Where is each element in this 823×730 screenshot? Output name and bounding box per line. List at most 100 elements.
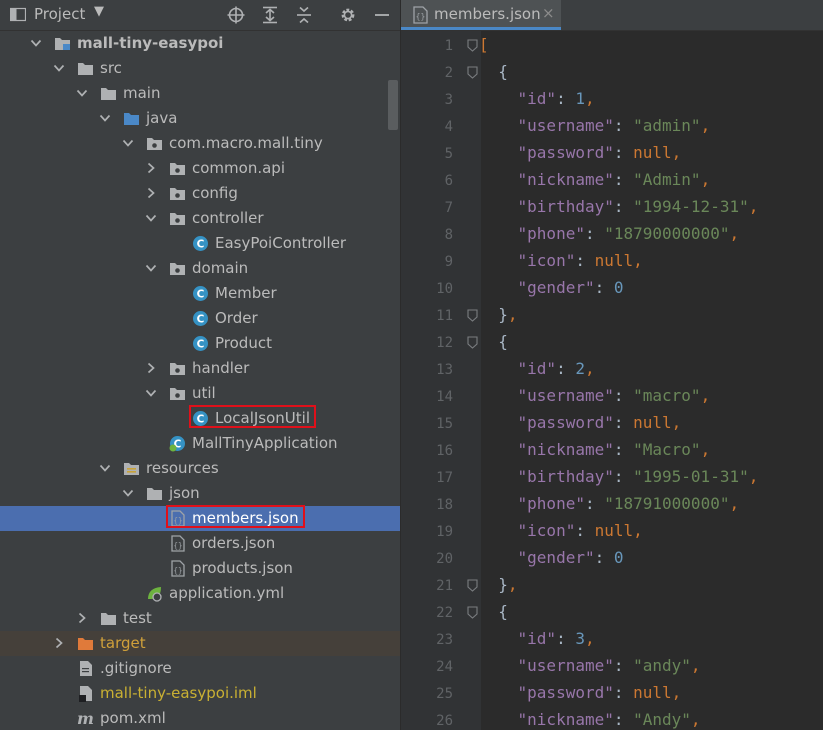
tree-item[interactable]: .gitignore [0, 656, 400, 681]
locate-target-icon[interactable] [226, 5, 246, 25]
tree-item[interactable]: java [0, 106, 400, 131]
tree-item[interactable]: config [0, 181, 400, 206]
code-line[interactable]: "username": "admin", [479, 116, 711, 135]
tree-item[interactable]: C EasyPoiController [0, 231, 400, 256]
line-number: 10 [436, 281, 453, 297]
view-selector-chevron-icon[interactable]: ▼ [94, 4, 104, 19]
expand-all-icon[interactable] [260, 5, 280, 25]
fold-marker-icon[interactable] [467, 309, 478, 322]
code-line[interactable]: { [479, 602, 508, 621]
code-line[interactable]: "nickname": "Admin", [479, 170, 711, 189]
code-line[interactable]: [ [479, 35, 489, 54]
collapse-all-icon[interactable] [294, 5, 314, 25]
tree-item[interactable]: {} products.json [0, 556, 400, 581]
tree-item[interactable]: common.api [0, 156, 400, 181]
code-token: } [479, 575, 508, 594]
fold-marker-icon[interactable] [467, 66, 478, 79]
code-line[interactable]: "nickname": "Macro", [479, 440, 711, 459]
tree-item[interactable]: mall-tiny-easypoi [0, 31, 400, 56]
chevron-down-icon[interactable] [145, 212, 157, 224]
chevron-right-icon[interactable] [145, 162, 157, 174]
chevron-down-icon[interactable] [99, 112, 111, 124]
code-line[interactable]: "username": "macro", [479, 386, 711, 405]
chevron-right-icon[interactable] [145, 362, 157, 374]
code-line[interactable]: "phone": "18791000000", [479, 494, 740, 513]
chevron-down-icon[interactable] [53, 62, 65, 74]
fold-marker-icon[interactable] [467, 39, 478, 52]
tree-item[interactable]: C LocalJsonUtil [0, 405, 400, 431]
code-line[interactable]: { [479, 62, 508, 81]
code-line[interactable]: "password": null, [479, 143, 682, 162]
code-line[interactable]: "nickname": "Andy", [479, 710, 701, 729]
chevron-down-icon[interactable] [145, 387, 157, 399]
tree-item[interactable]: test [0, 606, 400, 631]
code-line[interactable]: }, [479, 575, 517, 594]
code-token: : [556, 359, 576, 378]
tree-item[interactable]: util [0, 381, 400, 406]
tree-item[interactable]: domain [0, 256, 400, 281]
tab-members-json[interactable]: {} members.json × [401, 0, 561, 30]
gear-icon[interactable] [338, 5, 358, 25]
chevron-down-icon[interactable] [122, 137, 134, 149]
code-line[interactable]: "id": 2, [479, 359, 595, 378]
tree-item[interactable]: resources [0, 456, 400, 481]
folder-icon [78, 63, 93, 75]
code-line[interactable]: "icon": null, [479, 521, 643, 540]
code-line[interactable]: { [479, 332, 508, 351]
code-line[interactable]: "id": 1, [479, 89, 595, 108]
chevron-down-icon[interactable] [30, 37, 42, 49]
code-line[interactable]: }, [479, 305, 517, 324]
code-token: , [671, 683, 682, 702]
tree-item[interactable]: handler [0, 356, 400, 381]
code-token: "password" [517, 413, 614, 432]
svg-text:{}: {} [173, 541, 182, 550]
tree-item[interactable]: application.yml [0, 581, 400, 606]
code-line[interactable]: "password": null, [479, 683, 682, 702]
tree-item-label: Product [215, 334, 272, 352]
code-token: "username" [517, 656, 614, 675]
tree-item[interactable]: target [0, 631, 400, 656]
tree-item[interactable]: {} members.json [0, 505, 400, 531]
chevron-right-icon[interactable] [145, 187, 157, 199]
code-line[interactable]: "id": 3, [479, 629, 595, 648]
close-icon[interactable]: × [542, 4, 555, 22]
chevron-down-icon[interactable] [145, 262, 157, 274]
chevron-right-icon[interactable] [76, 612, 88, 624]
minimize-icon[interactable] [372, 5, 392, 25]
code-line[interactable]: "password": null, [479, 413, 682, 432]
chevron-down-icon[interactable] [122, 487, 134, 499]
tree-item[interactable]: src [0, 56, 400, 81]
chevron-down-icon[interactable] [99, 462, 111, 474]
fold-marker-icon[interactable] [467, 606, 478, 619]
chevron-down-icon[interactable] [76, 87, 88, 99]
code-line[interactable]: "phone": "18790000000", [479, 224, 740, 243]
tree-item[interactable]: com.macro.mall.tiny [0, 131, 400, 156]
tree-item[interactable]: controller [0, 206, 400, 231]
project-view-title[interactable]: Project [34, 5, 85, 23]
code-line[interactable]: "gender": 0 [479, 548, 624, 567]
tree-item[interactable]: mall-tiny-easypoi.iml [0, 681, 400, 706]
code-line[interactable]: "gender": 0 [479, 278, 624, 297]
line-number: 24 [436, 659, 453, 675]
tree-item[interactable]: C Member [0, 281, 400, 306]
code-token: , [690, 656, 701, 675]
package-icon [170, 388, 185, 400]
tree-item[interactable]: C Order [0, 306, 400, 331]
code-token: : [584, 224, 605, 243]
tree-item[interactable]: {} orders.json [0, 531, 400, 556]
tree-item[interactable]: C MallTinyApplication [0, 431, 400, 456]
chevron-right-icon[interactable] [53, 637, 65, 649]
tree-item[interactable]: m pom.xml [0, 706, 400, 730]
tree-item[interactable]: main [0, 81, 400, 106]
code-line[interactable]: "username": "andy", [479, 656, 701, 675]
folder-icon [101, 88, 116, 100]
fold-marker-icon[interactable] [467, 336, 478, 349]
tree-item[interactable]: C Product [0, 331, 400, 356]
fold-marker-icon[interactable] [467, 579, 478, 592]
code-token: : [556, 629, 576, 648]
code-line[interactable]: "icon": null, [479, 251, 643, 270]
code-line[interactable]: "birthday": "1995-01-31", [479, 467, 759, 486]
project-tree-scrollbar[interactable] [388, 80, 398, 130]
code-line[interactable]: "birthday": "1994-12-31", [479, 197, 759, 216]
tree-item[interactable]: json [0, 481, 400, 506]
